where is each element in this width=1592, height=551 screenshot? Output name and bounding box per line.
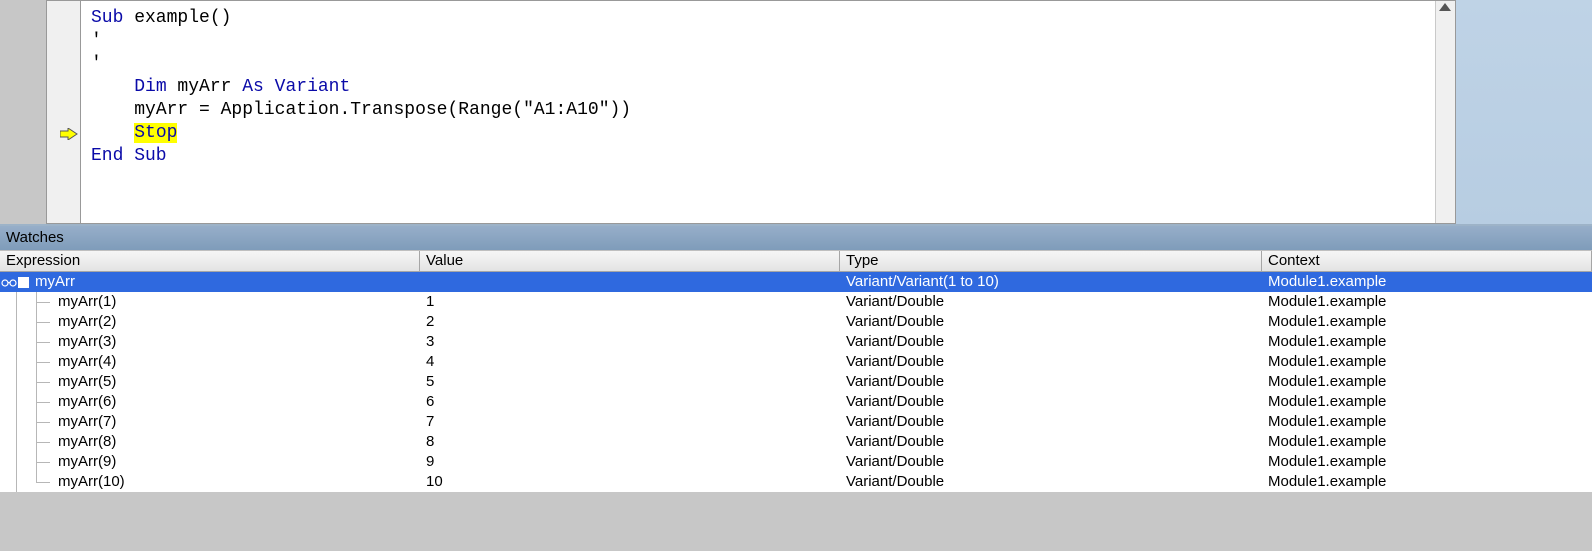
watch-value: 10 <box>420 472 840 492</box>
watch-row[interactable]: myArr(7)7Variant/DoubleModule1.example <box>0 412 1592 432</box>
watch-value: 9 <box>420 452 840 472</box>
watch-value: 8 <box>420 432 840 452</box>
code-line[interactable]: ' <box>91 30 1435 53</box>
watch-context: Module1.example <box>1262 352 1592 372</box>
watch-glasses-icon <box>1 276 17 288</box>
left-margin <box>0 0 46 224</box>
vertical-scrollbar[interactable] <box>1435 1 1455 223</box>
watch-type: Variant/Double <box>840 312 1262 332</box>
watch-value: 3 <box>420 332 840 352</box>
watch-value: 1 <box>420 292 840 312</box>
tree-connector-icon <box>0 332 58 352</box>
watch-row[interactable]: myArr(2)2Variant/DoubleModule1.example <box>0 312 1592 332</box>
watch-row-root[interactable]: myArr Variant/Variant(1 to 10)Module1.exa… <box>0 272 1592 292</box>
watch-expression: myArr(5) <box>0 372 420 392</box>
tree-connector-icon <box>0 452 58 472</box>
watch-context: Module1.example <box>1262 292 1592 312</box>
tree-connector-icon <box>0 372 58 392</box>
code-line[interactable]: ' <box>91 53 1435 76</box>
watch-value: 2 <box>420 312 840 332</box>
code-line[interactable]: Sub example() <box>91 7 1435 30</box>
watch-context: Module1.example <box>1262 272 1592 292</box>
break-arrow-icon <box>60 128 78 140</box>
code-line[interactable]: Stop <box>91 122 1435 145</box>
code-line[interactable]: End Sub <box>91 145 1435 168</box>
watch-context: Module1.example <box>1262 432 1592 452</box>
tree-connector-icon <box>0 392 58 412</box>
watch-type: Variant/Double <box>840 292 1262 312</box>
watch-type: Variant/Double <box>840 412 1262 432</box>
tree-connector-icon <box>0 412 58 432</box>
watch-expression: myArr(9) <box>0 452 420 472</box>
watch-context: Module1.example <box>1262 472 1592 492</box>
watch-row[interactable]: myArr(1)1Variant/DoubleModule1.example <box>0 292 1592 312</box>
watch-context: Module1.example <box>1262 372 1592 392</box>
watch-row[interactable]: myArr(5)5Variant/DoubleModule1.example <box>0 372 1592 392</box>
column-header-value[interactable]: Value <box>420 251 840 271</box>
watch-value: 5 <box>420 372 840 392</box>
tree-connector-icon <box>0 312 58 332</box>
watch-expression: myArr <box>0 272 420 292</box>
watch-expression: myArr(10) <box>0 472 420 492</box>
watches-body: myArrVariant/Variant(1 to 10)Module1.exa… <box>0 272 1592 492</box>
watch-context: Module1.example <box>1262 412 1592 432</box>
watch-row[interactable]: myArr(6)6Variant/DoubleModule1.example <box>0 392 1592 412</box>
watch-context: Module1.example <box>1262 332 1592 352</box>
collapse-toggle-icon[interactable] <box>18 277 29 288</box>
column-header-context[interactable]: Context <box>1262 251 1592 271</box>
watch-type: Variant/Double <box>840 332 1262 352</box>
watch-expression: myArr(7) <box>0 412 420 432</box>
column-header-type[interactable]: Type <box>840 251 1262 271</box>
watch-value <box>420 272 840 292</box>
watch-context: Module1.example <box>1262 312 1592 332</box>
watch-expression: myArr(1) <box>0 292 420 312</box>
column-header-expression[interactable]: Expression <box>0 251 420 271</box>
scroll-up-icon[interactable] <box>1439 3 1451 11</box>
watch-value: 4 <box>420 352 840 372</box>
watch-type: Variant/Double <box>840 432 1262 452</box>
code-line[interactable]: Dim myArr As Variant <box>91 76 1435 99</box>
watch-expression: myArr(3) <box>0 332 420 352</box>
watch-expression: myArr(8) <box>0 432 420 452</box>
watch-row[interactable]: myArr(3)3Variant/DoubleModule1.example <box>0 332 1592 352</box>
code-editor[interactable]: Sub example()'' Dim myArr As Variant myA… <box>46 0 1456 224</box>
code-line[interactable]: myArr = Application.Transpose(Range("A1:… <box>91 99 1435 122</box>
watch-context: Module1.example <box>1262 452 1592 472</box>
tree-connector-icon <box>0 472 58 492</box>
right-margin <box>1456 0 1592 224</box>
watch-value: 6 <box>420 392 840 412</box>
watch-context: Module1.example <box>1262 392 1592 412</box>
watch-expression: myArr(6) <box>0 392 420 412</box>
watch-expression: myArr(4) <box>0 352 420 372</box>
code-area[interactable]: Sub example()'' Dim myArr As Variant myA… <box>81 1 1435 223</box>
watch-type: Variant/Double <box>840 472 1262 492</box>
watch-expression: myArr(2) <box>0 312 420 332</box>
code-gutter[interactable] <box>47 1 81 223</box>
watch-row[interactable]: myArr(4)4Variant/DoubleModule1.example <box>0 352 1592 372</box>
tree-connector-icon <box>0 352 58 372</box>
watches-pane: Watches Expression Value Type Context my… <box>0 226 1592 492</box>
watches-header: Expression Value Type Context <box>0 250 1592 272</box>
watch-row[interactable]: myArr(8)8Variant/DoubleModule1.example <box>0 432 1592 452</box>
watch-row[interactable]: myArr(10)10Variant/DoubleModule1.example <box>0 472 1592 492</box>
watches-title: Watches <box>0 226 1592 250</box>
watch-type: Variant/Double <box>840 352 1262 372</box>
watch-type: Variant/Double <box>840 452 1262 472</box>
watch-type: Variant/Double <box>840 392 1262 412</box>
watch-value: 7 <box>420 412 840 432</box>
watch-type: Variant/Double <box>840 372 1262 392</box>
tree-connector-icon <box>0 432 58 452</box>
watch-type: Variant/Variant(1 to 10) <box>840 272 1262 292</box>
tree-connector-icon <box>0 292 58 312</box>
watch-row[interactable]: myArr(9)9Variant/DoubleModule1.example <box>0 452 1592 472</box>
